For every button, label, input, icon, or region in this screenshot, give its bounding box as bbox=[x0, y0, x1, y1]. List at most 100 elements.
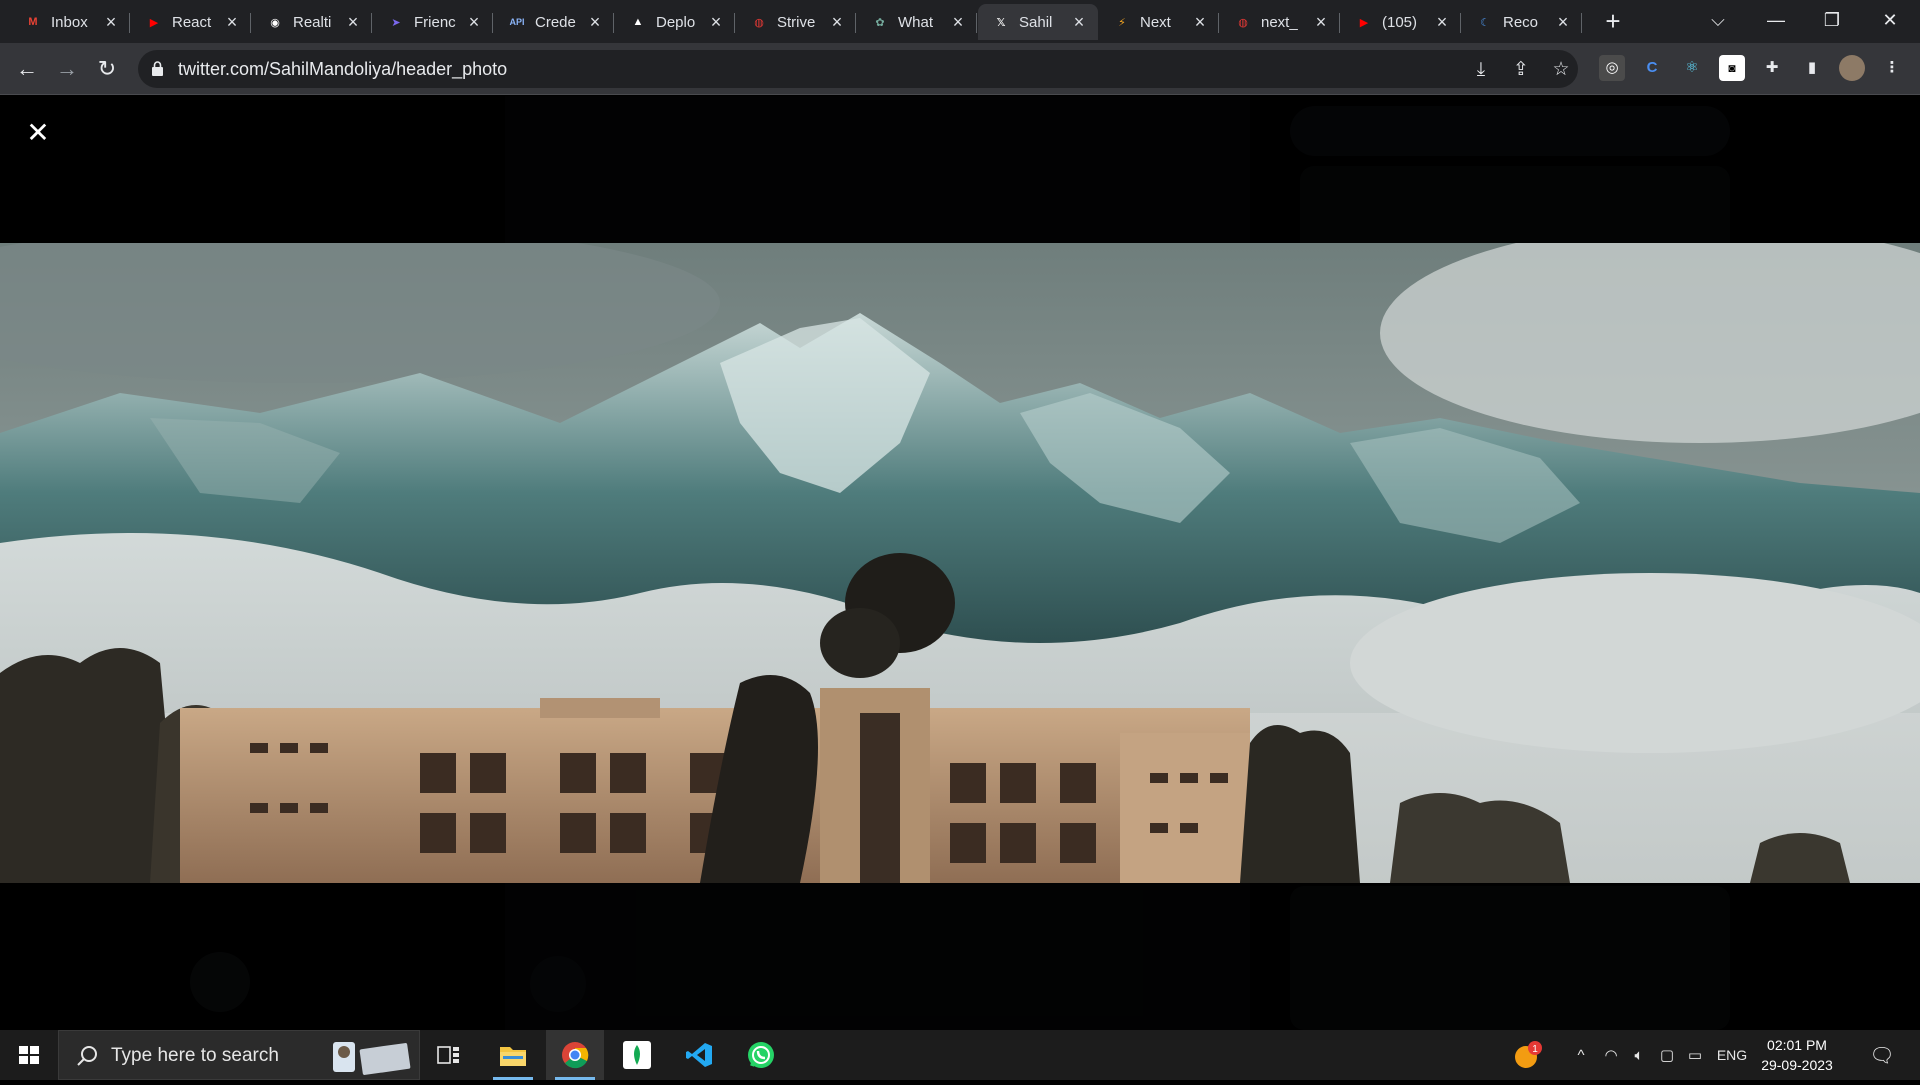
extension-square-icon[interactable]: ◙ bbox=[1719, 55, 1745, 81]
api-icon: API bbox=[509, 17, 525, 27]
start-button[interactable] bbox=[0, 1030, 58, 1080]
meet-now-icon[interactable]: ▢ bbox=[1654, 1030, 1680, 1080]
search-icon bbox=[77, 1046, 97, 1066]
tab-close-icon[interactable]: × bbox=[1433, 12, 1451, 33]
browser-toolbar: ← → ↻ twitter.com/SahilMandoliya/header_… bbox=[0, 43, 1920, 95]
extension-c-icon[interactable]: C bbox=[1639, 55, 1665, 81]
share-icon[interactable]: ⇪ bbox=[1510, 59, 1532, 81]
tab-search-icon[interactable]: ⌵ bbox=[1690, 0, 1746, 40]
tab-title: (105) bbox=[1382, 13, 1418, 31]
address-bar[interactable]: twitter.com/SahilMandoliya/header_photo … bbox=[138, 50, 1578, 88]
tab-separator bbox=[1218, 13, 1219, 33]
send-icon: ➤ bbox=[391, 16, 401, 29]
tab-close-icon[interactable]: × bbox=[465, 12, 483, 33]
back-button[interactable]: ← bbox=[12, 54, 42, 84]
tab-separator bbox=[250, 13, 251, 33]
browser-tab[interactable]: ◍ Strive × bbox=[736, 4, 856, 40]
file-explorer-icon[interactable] bbox=[484, 1030, 542, 1080]
browser-tab[interactable]: 𝕏 Sahil × bbox=[978, 4, 1098, 40]
header-photo bbox=[0, 243, 1920, 883]
tab-close-icon[interactable]: × bbox=[1070, 12, 1088, 33]
tab-separator bbox=[492, 13, 493, 33]
install-icon[interactable]: ⤓ bbox=[1470, 59, 1492, 81]
extensions-puzzle-icon[interactable]: ✚ bbox=[1759, 55, 1785, 81]
tab-title: Reco bbox=[1503, 13, 1539, 31]
browser-tab[interactable]: API Crede × bbox=[494, 4, 614, 40]
header-photo-image bbox=[0, 243, 1920, 883]
action-center-icon[interactable]: 🗨︎ bbox=[1862, 1030, 1902, 1080]
network-icon[interactable]: ◠ bbox=[1598, 1030, 1624, 1080]
forward-button[interactable]: → bbox=[52, 54, 82, 84]
browser-tab[interactable]: M Inbox × bbox=[10, 4, 130, 40]
tab-close-icon[interactable]: × bbox=[949, 12, 967, 33]
tab-separator bbox=[1339, 13, 1340, 33]
taskbar-search-box[interactable]: Type here to search bbox=[58, 1030, 420, 1080]
volume-icon[interactable]: 🔈︎ bbox=[1626, 1030, 1652, 1080]
taskbar-clock[interactable]: 02:01 PM 29-09-2023 bbox=[1752, 1035, 1842, 1075]
browser-tab[interactable]: ➤ Frienc × bbox=[373, 4, 493, 40]
close-window-button[interactable]: ✕ bbox=[1862, 0, 1918, 40]
mongodb-compass-icon[interactable] bbox=[608, 1030, 666, 1080]
tab-close-icon[interactable]: × bbox=[828, 12, 846, 33]
task-view-icon[interactable] bbox=[420, 1030, 478, 1080]
notification-app-icon[interactable]: 1 bbox=[1508, 1030, 1548, 1080]
menu-kebab-icon[interactable]: ⋮ bbox=[1879, 55, 1905, 81]
tab-close-icon[interactable]: × bbox=[344, 12, 362, 33]
tab-separator bbox=[855, 13, 856, 33]
tab-title: Crede bbox=[535, 13, 576, 31]
chrome-icon[interactable] bbox=[546, 1030, 604, 1080]
tab-separator bbox=[976, 13, 977, 33]
tab-separator bbox=[129, 13, 130, 33]
extension-goggles-icon[interactable]: ◎ bbox=[1599, 55, 1625, 81]
strive-icon: ◍ bbox=[754, 16, 764, 29]
tab-separator bbox=[1460, 13, 1461, 33]
browser-tab[interactable]: ◍ next_ × bbox=[1220, 4, 1340, 40]
browser-tab[interactable]: ▶ React × bbox=[131, 4, 251, 40]
tab-close-icon[interactable]: × bbox=[707, 12, 725, 33]
profile-avatar[interactable] bbox=[1839, 55, 1865, 81]
search-highlight-image bbox=[333, 1042, 411, 1075]
tab-title: Strive bbox=[777, 13, 816, 31]
reload-button[interactable]: ↻ bbox=[92, 54, 122, 84]
tab-close-icon[interactable]: × bbox=[1191, 12, 1209, 33]
bookmark-star-icon[interactable]: ☆ bbox=[1550, 59, 1572, 81]
restore-button[interactable]: ❐ bbox=[1804, 0, 1860, 40]
clock-time: 02:01 PM bbox=[1767, 1037, 1827, 1053]
tab-title: Frienc bbox=[414, 13, 456, 31]
tab-title: React bbox=[172, 13, 212, 31]
github-icon: ◉ bbox=[270, 16, 280, 29]
moon-icon: ☾ bbox=[1480, 16, 1490, 29]
new-tab-button[interactable]: + bbox=[1598, 6, 1628, 36]
tab-close-icon[interactable]: × bbox=[586, 12, 604, 33]
tab-strip: M Inbox × ▶ React × ◉ Realti × ➤ Frienc × API Crede × ▲… bbox=[0, 0, 1920, 43]
tab-close-icon[interactable]: × bbox=[1554, 12, 1572, 33]
youtube-icon: ▶ bbox=[1359, 16, 1369, 29]
show-hidden-icons-chevron-icon[interactable]: ^ bbox=[1568, 1030, 1594, 1080]
language-indicator[interactable]: ENG bbox=[1712, 1030, 1752, 1080]
page-viewport: ✕ bbox=[0, 96, 1920, 1030]
browser-tab[interactable]: ◉ Realti × bbox=[252, 4, 372, 40]
browser-tab[interactable]: ✿ What × bbox=[857, 4, 977, 40]
side-panel-icon[interactable]: ▮ bbox=[1799, 55, 1825, 81]
react-devtools-icon[interactable]: ⚛ bbox=[1679, 55, 1705, 81]
browser-tab[interactable]: ☾ Reco × bbox=[1462, 4, 1582, 40]
tab-close-icon[interactable]: × bbox=[102, 12, 120, 33]
x-icon: 𝕏 bbox=[996, 16, 1006, 29]
browser-tab[interactable]: ▶ (105) × bbox=[1341, 4, 1461, 40]
browser-tab[interactable]: ⚡ Next × bbox=[1099, 4, 1219, 40]
tab-separator bbox=[613, 13, 614, 33]
minimize-button[interactable]: — bbox=[1748, 0, 1804, 40]
close-viewer-button[interactable]: ✕ bbox=[20, 116, 56, 152]
battery-icon[interactable]: ▭ bbox=[1682, 1030, 1708, 1080]
vscode-icon[interactable] bbox=[670, 1030, 728, 1080]
strive-icon: ◍ bbox=[1238, 16, 1248, 29]
tab-close-icon[interactable]: × bbox=[1312, 12, 1330, 33]
tab-close-icon[interactable]: × bbox=[223, 12, 241, 33]
tab-title: next_ bbox=[1261, 13, 1298, 31]
tab-title: Sahil bbox=[1019, 13, 1053, 31]
whatsapp-icon[interactable] bbox=[732, 1030, 790, 1080]
lock-icon bbox=[152, 61, 163, 76]
tab-separator bbox=[1581, 13, 1582, 33]
tab-title: Deplo bbox=[656, 13, 696, 31]
browser-tab[interactable]: ▲ Deplo × bbox=[615, 4, 735, 40]
